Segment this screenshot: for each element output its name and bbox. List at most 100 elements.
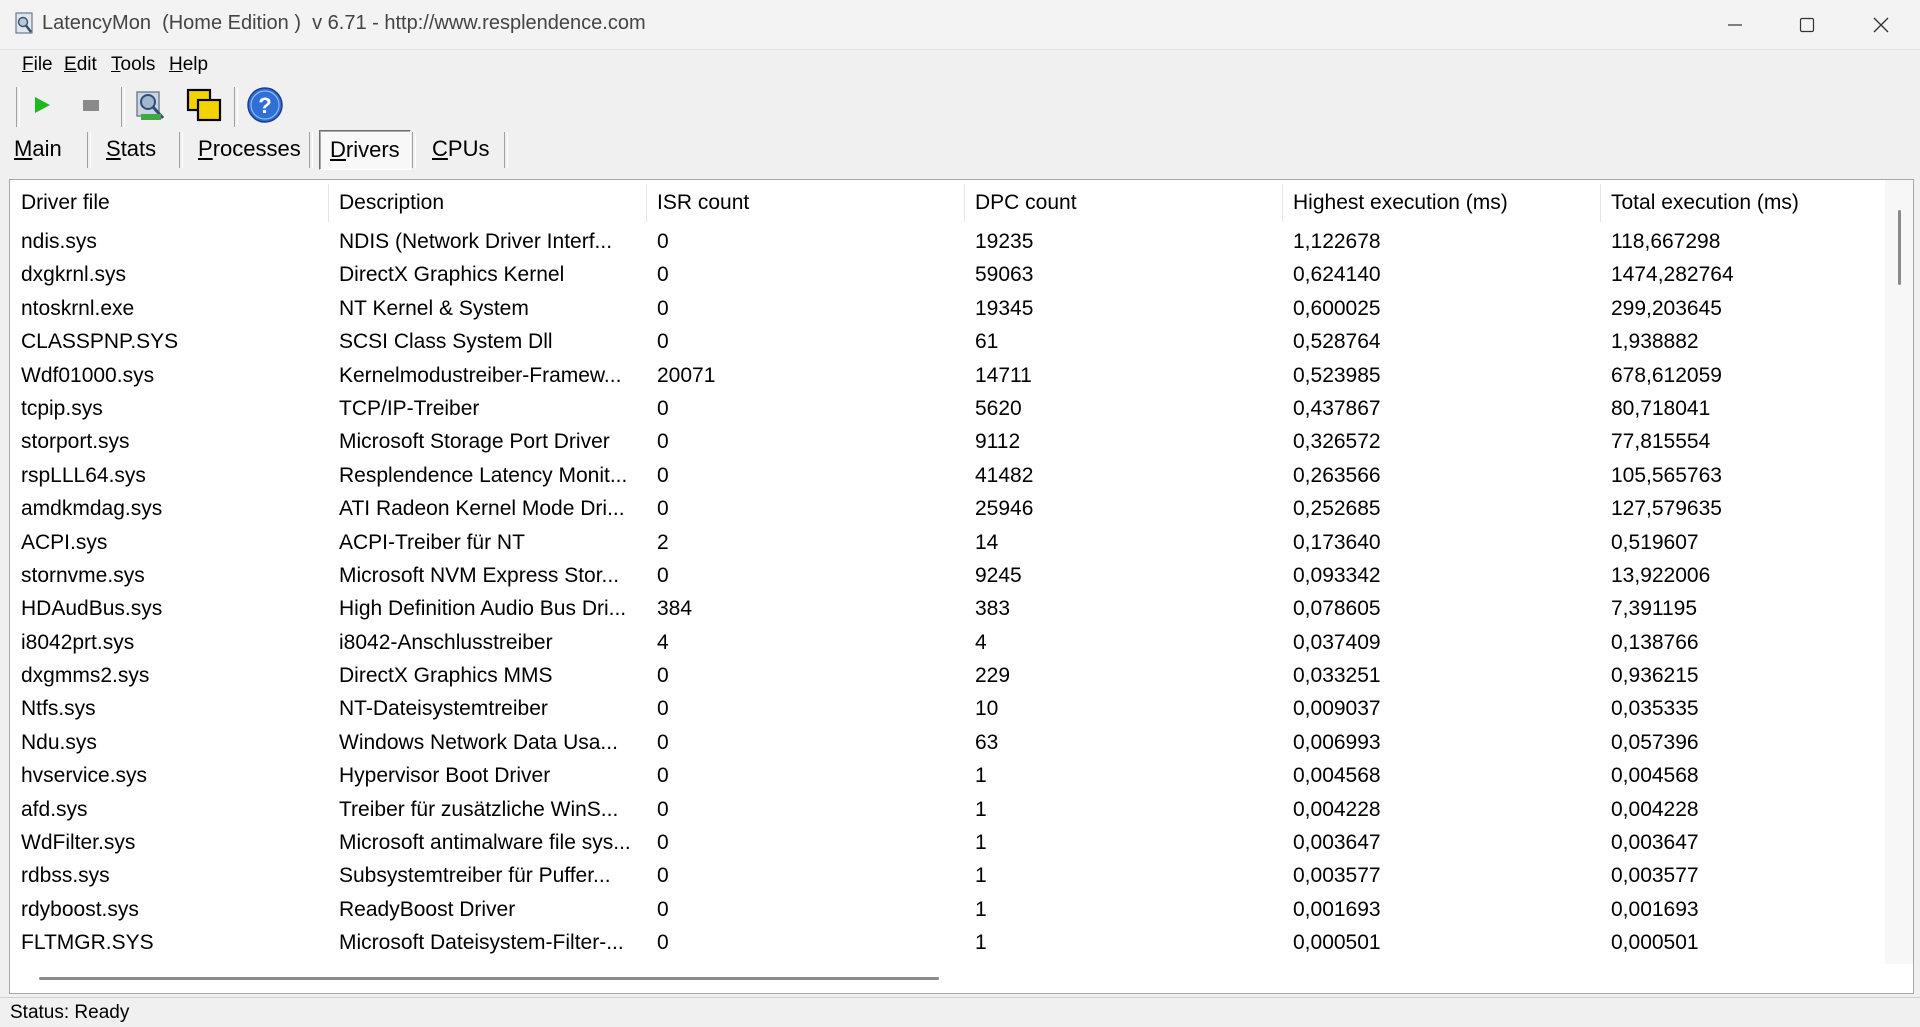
help-button[interactable]: ? (244, 86, 286, 127)
vertical-scrollbar[interactable] (1885, 180, 1913, 964)
table-row[interactable]: stornvme.sys Microsoft NVM Express Stor..… (10, 559, 1884, 592)
view-windows-icon (185, 86, 223, 129)
horizontal-scrollbar-thumb[interactable] (39, 977, 939, 980)
tab-separator (87, 132, 91, 168)
column-header-description[interactable]: Description (328, 180, 646, 225)
app-icon (14, 12, 40, 38)
cell-isr-count: 0 (657, 230, 669, 253)
cell-driver-file: dxgkrnl.sys (21, 263, 127, 287)
maximize-button[interactable] (1772, 0, 1842, 49)
cell-total-execution: 0,035335 (1611, 697, 1699, 721)
cell-isr-count: 0 (657, 931, 669, 955)
start-monitoring-button[interactable] (21, 87, 63, 127)
column-header-total-execution[interactable]: Total execution (ms) (1600, 180, 1884, 225)
table-row[interactable]: dxgkrnl.sys DirectX Graphics Kernel 0 59063… (10, 258, 1884, 291)
cell-total-execution: 299,203645 (1611, 296, 1722, 320)
cell-dpc-count: 1 (975, 897, 987, 921)
minimize-button[interactable] (1700, 0, 1770, 49)
column-header-highest-execution[interactable]: Highest execution (ms) (1282, 180, 1600, 225)
cell-isr-count: 4 (657, 630, 669, 654)
menu-help[interactable]: Help (169, 54, 208, 76)
cell-driver-file: ACPI.sys (21, 530, 108, 554)
cell-dpc-count: 4 (975, 630, 987, 654)
table-row[interactable]: storport.sys Microsoft Storage Port Drive… (10, 425, 1884, 458)
menu-tools[interactable]: Tools (111, 54, 155, 76)
cell-dpc-count: 1 (975, 864, 987, 888)
cell-description: Microsoft Dateisystem-Filter-... (339, 931, 624, 955)
play-icon (31, 94, 53, 121)
cell-driver-file: rspLLL64.sys (21, 463, 146, 487)
cell-driver-file: storport.sys (21, 430, 130, 454)
cell-isr-count: 0 (657, 764, 669, 788)
table-row[interactable]: tcpip.sys TCP/IP-Treiber 0 5620 0,437867 80,7… (10, 392, 1884, 425)
cell-dpc-count: 61 (975, 330, 999, 354)
cell-driver-file: amdkmdag.sys (21, 497, 163, 521)
cell-driver-file: ndis.sys (21, 230, 97, 253)
cell-highest-execution: 0,093342 (1293, 563, 1381, 587)
view-windows-button[interactable] (183, 87, 225, 127)
cell-highest-execution: 0,004568 (1293, 764, 1381, 788)
column-header-dpc-count[interactable]: DPC count (964, 180, 1282, 225)
cell-highest-execution: 0,001693 (1293, 897, 1381, 921)
cell-description: Microsoft antimalware file sys... (339, 831, 631, 855)
tab-main[interactable]: Main (14, 130, 62, 168)
cell-dpc-count: 5620 (975, 396, 1022, 420)
table-row[interactable]: ACPI.sys ACPI-Treiber für NT 2 14 0,173640 0,… (10, 526, 1884, 559)
horizontal-scrollbar[interactable] (10, 964, 1913, 993)
drivers-list[interactable]: Driver file Description ISR count DPC co… (9, 179, 1914, 994)
table-row[interactable]: Wdf01000.sys Kernelmodustreiber-Framew...… (10, 359, 1884, 392)
column-header-isr-count[interactable]: ISR count (646, 180, 964, 225)
menu-edit[interactable]: Edit (64, 54, 97, 76)
cell-highest-execution: 0,009037 (1293, 697, 1381, 721)
table-row[interactable]: HDAudBus.sys High Definition Audio Bus Dr… (10, 592, 1884, 625)
cell-description: NT Kernel & System (339, 296, 529, 320)
table-row[interactable]: hvservice.sys Hypervisor Boot Driver 0 1 0,0… (10, 759, 1884, 792)
scan-drivers-button[interactable] (131, 87, 173, 127)
cell-driver-file: i8042prt.sys (21, 630, 135, 654)
cell-driver-file: dxgmms2.sys (21, 664, 150, 688)
table-row[interactable]: i8042prt.sys i8042-Anschlusstreiber 4 4 0,03… (10, 626, 1884, 659)
cell-highest-execution: 0,523985 (1293, 363, 1381, 387)
tab-processes[interactable]: Processes (198, 130, 301, 168)
cell-driver-file: Ntfs.sys (21, 697, 96, 721)
cell-dpc-count: 10 (975, 697, 999, 721)
cell-total-execution: 80,718041 (1611, 396, 1711, 420)
close-button[interactable] (1846, 0, 1916, 49)
cell-driver-file: rdyboost.sys (21, 897, 139, 921)
vertical-scrollbar-thumb[interactable] (1898, 210, 1901, 285)
menu-file[interactable]: File (22, 54, 53, 76)
cell-total-execution: 0,003647 (1611, 831, 1699, 855)
table-row[interactable]: WdFilter.sys Microsoft antimalware file s… (10, 826, 1884, 859)
cell-description: Microsoft Storage Port Driver (339, 430, 610, 454)
stop-monitoring-button[interactable] (70, 87, 112, 127)
table-row[interactable]: ndis.sys NDIS (Network Driver Interf... 0 1… (10, 225, 1884, 258)
cell-description: Windows Network Data Usa... (339, 730, 618, 754)
table-row[interactable]: ntoskrnl.exe NT Kernel & System 0 19345 0,60… (10, 292, 1884, 325)
table-row[interactable]: rspLLL64.sys Resplendence Latency Monit..… (10, 459, 1884, 492)
cell-description: ATI Radeon Kernel Mode Dri... (339, 497, 625, 521)
table-row[interactable]: CLASSPNP.SYS SCSI Class System Dll 0 61 0,52… (10, 325, 1884, 358)
tab-cpus[interactable]: C PUs (432, 130, 489, 168)
cell-isr-count: 0 (657, 497, 669, 521)
cell-highest-execution: 0,033251 (1293, 664, 1381, 688)
table-row[interactable]: rdbss.sys Subsystemtreiber für Puffer... 0… (10, 859, 1884, 892)
tab-drivers[interactable]: Drivers (319, 130, 411, 170)
cell-highest-execution: 0,624140 (1293, 263, 1381, 287)
cell-driver-file: HDAudBus.sys (21, 597, 163, 621)
column-header-driver-file[interactable]: Driver file (10, 180, 328, 225)
cell-isr-count: 0 (657, 797, 669, 821)
table-row[interactable]: dxgmms2.sys DirectX Graphics MMS 0 229 0,033… (10, 659, 1884, 692)
table-row[interactable]: amdkmdag.sys ATI Radeon Kernel Mode Dri..… (10, 492, 1884, 525)
tab-stats[interactable]: Stats (106, 130, 156, 168)
table-row[interactable]: FLTMGR.SYS Microsoft Dateisystem-Filter-.… (10, 926, 1884, 959)
table-row[interactable]: Ndu.sys Windows Network Data Usa... 0 63 0,0… (10, 726, 1884, 759)
table-row[interactable]: afd.sys Treiber für zusätzliche WinS... 0 1… (10, 793, 1884, 826)
cell-dpc-count: 63 (975, 730, 999, 754)
cell-dpc-count: 59063 (975, 263, 1034, 287)
cell-description: DirectX Graphics Kernel (339, 263, 565, 287)
cell-isr-count: 20071 (657, 363, 716, 387)
cell-isr-count: 0 (657, 664, 669, 688)
table-row[interactable]: Ntfs.sys NT-Dateisystemtreiber 0 10 0,009037… (10, 692, 1884, 725)
table-row[interactable]: rdyboost.sys ReadyBoost Driver 0 1 0,001693 0… (10, 893, 1884, 926)
cell-dpc-count: 14 (975, 530, 999, 554)
